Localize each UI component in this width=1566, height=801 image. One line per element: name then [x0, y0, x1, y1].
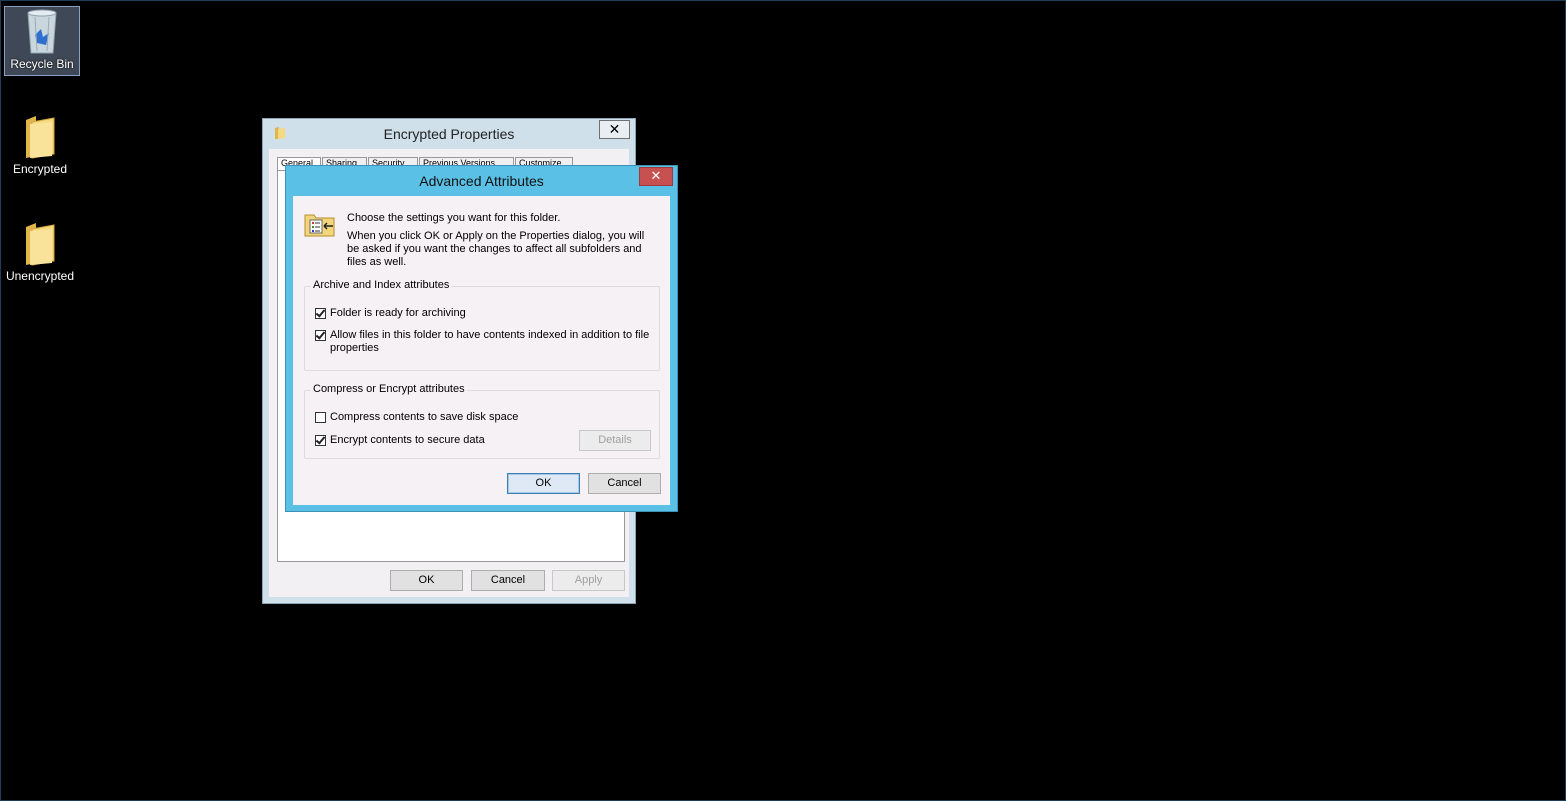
- encrypt-checkbox[interactable]: [315, 435, 326, 446]
- description-text: When you click OK or Apply on the Proper…: [347, 230, 645, 268]
- dialog-title: Advanced Attributes: [419, 173, 544, 189]
- compress-checkbox[interactable]: [315, 412, 326, 423]
- recycle-bin-icon: [27, 9, 57, 54]
- ready-for-archiving-checkbox[interactable]: [315, 308, 326, 319]
- cancel-button[interactable]: Cancel: [471, 570, 545, 591]
- compress-row[interactable]: Compress contents to save disk space: [315, 411, 518, 424]
- checkbox-label: Folder is ready for archiving: [330, 307, 466, 319]
- allow-indexing-checkbox[interactable]: [315, 330, 326, 341]
- dialog-client-area: Choose the settings you want for this fo…: [293, 196, 670, 505]
- cancel-button[interactable]: Cancel: [588, 473, 661, 494]
- allow-indexing-row[interactable]: Allow files in this folder to have conte…: [315, 329, 651, 355]
- screen-frame: [0, 0, 1566, 801]
- close-button[interactable]: ✕: [639, 167, 673, 186]
- desktop-icon-unencrypted[interactable]: Unencrypted: [3, 221, 77, 283]
- desktop-icon-recycle-bin[interactable]: Recycle Bin: [4, 6, 80, 76]
- checkbox-label: Encrypt contents to secure data: [330, 434, 485, 446]
- details-button[interactable]: Details: [579, 430, 651, 451]
- ok-button[interactable]: OK: [390, 570, 463, 591]
- close-icon: ✕: [608, 121, 621, 137]
- window-title: Encrypted Properties: [383, 126, 515, 142]
- close-button[interactable]: ✕: [599, 120, 630, 139]
- apply-button[interactable]: Apply: [552, 570, 625, 591]
- group-legend: Archive and Index attributes: [311, 279, 452, 291]
- advanced-attributes-dialog: Advanced Attributes ✕ Choose the setting…: [285, 165, 678, 512]
- compress-encrypt-group: Compress or Encrypt attributes Compress …: [304, 383, 660, 459]
- folder-icon: [26, 223, 55, 266]
- group-legend: Compress or Encrypt attributes: [311, 383, 467, 395]
- desktop-icon-label: Unencrypted: [5, 269, 75, 283]
- intro-text: Choose the settings you want for this fo…: [347, 212, 561, 224]
- encrypt-row[interactable]: Encrypt contents to secure data: [315, 434, 485, 447]
- close-icon: ✕: [650, 168, 662, 183]
- desktop-icon-label: Recycle Bin: [10, 57, 74, 71]
- ready-for-archiving-row[interactable]: Folder is ready for archiving: [315, 307, 466, 320]
- checkbox-label: Allow files in this folder to have conte…: [330, 329, 650, 354]
- desktop-icon-label: Encrypted: [12, 162, 68, 176]
- folder-icon: [26, 116, 55, 159]
- folder-settings-icon: [304, 214, 335, 237]
- ok-button[interactable]: OK: [507, 473, 580, 494]
- desktop-icon-encrypted[interactable]: Encrypted: [3, 114, 77, 176]
- archive-index-group: Archive and Index attributes Folder is r…: [304, 279, 660, 371]
- checkbox-label: Compress contents to save disk space: [330, 411, 519, 423]
